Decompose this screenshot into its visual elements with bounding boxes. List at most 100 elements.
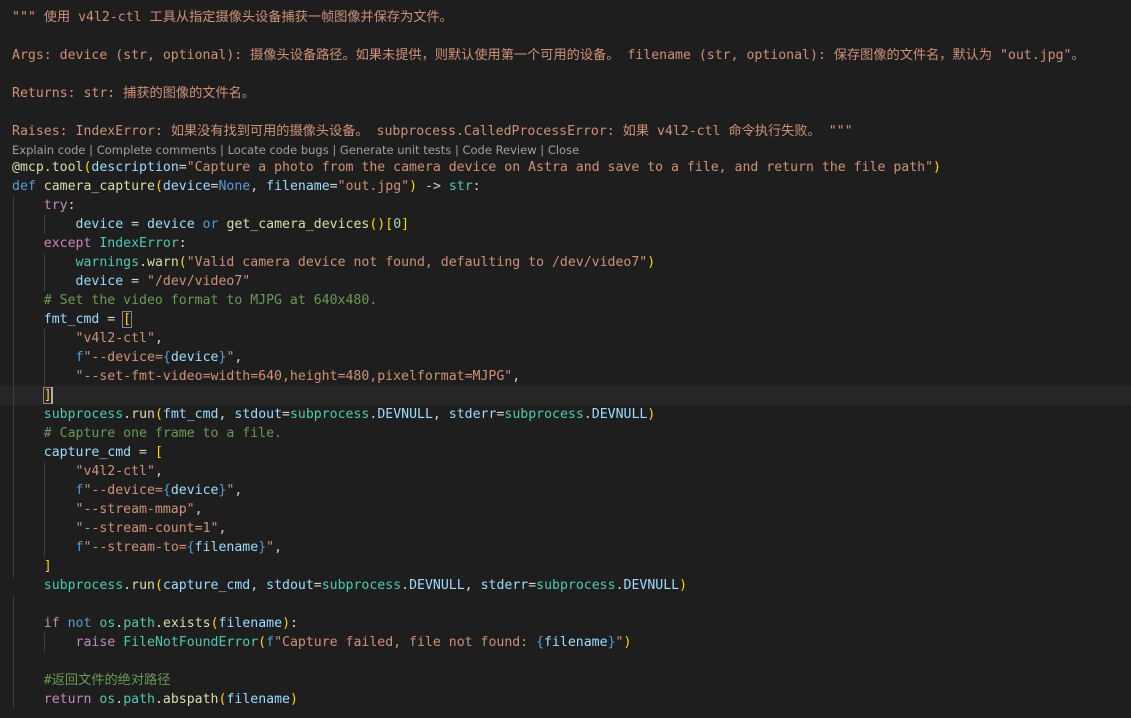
code-line: f"--device={device}", (75, 483, 243, 498)
code-line-try: try: (43, 198, 76, 213)
constant: DEVNULL (623, 578, 680, 593)
code-line: if not os.path.exists(filename): (43, 616, 298, 631)
paren: ) (679, 578, 688, 593)
comment-line: #返回文件的绝对路径 (12, 671, 171, 690)
var-filename: filename (218, 616, 283, 631)
codelens-explain-code[interactable]: Explain code (12, 143, 86, 157)
codelens-generate-unit-tests[interactable]: Generate unit tests (340, 143, 451, 157)
string-literal: "--stream-to= (83, 540, 187, 555)
string-literal: " (266, 540, 275, 555)
bracket: ] (401, 217, 410, 232)
code-line: warnings.warn("Valid camera device not f… (75, 255, 656, 270)
function-call: abspath (162, 692, 219, 707)
function-call: run (131, 407, 155, 422)
exception-class: IndexError (99, 236, 179, 251)
none-keyword: None (218, 179, 251, 194)
paren: ) (282, 616, 291, 631)
decorator-param: description (91, 160, 179, 175)
code-line: ] (12, 386, 53, 405)
paren: ( (154, 407, 163, 422)
code-line: "--set-fmt-video=width=640,height=480,pi… (75, 369, 521, 384)
code-line: "v4l2-ctl", (75, 331, 163, 346)
codelens-separator: | (536, 143, 548, 157)
comment: #返回文件的绝对路径 (43, 673, 171, 688)
except-keyword: except (43, 236, 92, 251)
string-literal: "Capture failed, file not found: (274, 635, 537, 650)
try-keyword: try (43, 198, 68, 213)
var-device: device (75, 274, 124, 289)
string-literal: "/dev/video7" (147, 274, 251, 289)
return-keyword: return (43, 692, 92, 707)
module-name: subprocess (504, 407, 584, 422)
code-line: raise FileNotFoundError(f"Capture failed… (12, 633, 632, 652)
fstring-brace: { (186, 540, 195, 555)
codelens-locate-code-bugs[interactable]: Locate code bugs (228, 143, 329, 157)
var-capture-cmd: capture_cmd (162, 578, 251, 593)
paren: ) (647, 255, 656, 270)
module-name: subprocess (289, 407, 370, 422)
module-name: subprocess (536, 578, 616, 593)
code-line: subprocess.run(capture_cmd, stdout=subpr… (43, 578, 688, 593)
function-name: camera_capture (43, 179, 155, 194)
bracket: [ (385, 217, 394, 232)
module-name: os (99, 692, 116, 707)
string-literal: "--set-fmt-video=width=640,height=480,pi… (75, 369, 513, 384)
text-cursor (51, 387, 53, 404)
function-call: warn (147, 255, 179, 270)
kwarg: stderr (480, 578, 529, 593)
var-capture-cmd: capture_cmd (43, 445, 132, 460)
comment-line: # Set the video format to MJPG at 640x48… (12, 291, 377, 310)
fstring-brace: } (607, 635, 616, 650)
paren: ) (289, 692, 298, 707)
code-line: "--stream-mmap", (75, 502, 203, 517)
codelens-bar: Explain code | Complete comments | Locat… (12, 142, 579, 159)
code-line: fmt_cmd = [ (43, 311, 133, 328)
function-call: exists (162, 616, 211, 631)
code-line-decorator: @mcp.tool(description="Capture a photo f… (12, 158, 941, 177)
current-line-highlight (0, 386, 1131, 405)
paren: ) (409, 179, 418, 194)
module-name: path (123, 616, 155, 631)
function-call: run (131, 578, 155, 593)
decorator-name: @mcp.tool (12, 160, 84, 175)
comment-line: # Capture one frame to a file. (12, 424, 282, 443)
def-keyword: def (12, 179, 36, 194)
constant: DEVNULL (591, 407, 648, 422)
paren: ) (647, 407, 656, 422)
module-name: subprocess (321, 578, 402, 593)
var-filename: filename (544, 635, 608, 650)
fstring-brace: { (536, 635, 545, 650)
codelens-complete-comments[interactable]: Complete comments (97, 143, 217, 157)
function-call: get_camera_devices (226, 217, 370, 232)
code-line: "v4l2-ctl", (75, 464, 163, 479)
paren: ( (154, 578, 163, 593)
bracket-match-open: [ (122, 311, 133, 328)
var-filename: filename (194, 540, 259, 555)
or-keyword: or (202, 217, 219, 232)
string-literal: "v4l2-ctl" (75, 464, 155, 479)
codelens-code-review[interactable]: Code Review (462, 143, 536, 157)
code-line: "--stream-count=1", (75, 521, 227, 536)
paren: ( (258, 635, 267, 650)
kwarg: stdout (234, 407, 283, 422)
code-editor[interactable]: """ 使用 v4l2-ctl 工具从指定摄像头设备捕获一帧图像并保存为文件。 … (0, 0, 1131, 718)
constant: DEVNULL (377, 407, 433, 422)
var-device: device (147, 217, 195, 232)
module-name: path (123, 692, 155, 707)
var-device: device (170, 350, 219, 365)
string-literal: " (226, 350, 235, 365)
arrow: -> (425, 179, 441, 194)
code-line: ] (12, 557, 52, 576)
var-filename: filename (226, 692, 290, 707)
paren: ( (178, 255, 187, 270)
not-keyword: not (67, 616, 92, 631)
code-line: device = "/dev/video7" (75, 274, 251, 289)
code-line-except: except IndexError: (43, 236, 187, 251)
codelens-separator: | (328, 143, 340, 157)
var-fmt-cmd: fmt_cmd (162, 407, 219, 422)
code-line: return os.path.abspath(filename) (43, 692, 298, 707)
paren: ( (154, 179, 163, 194)
code-line: f"--device={device}", (75, 350, 243, 365)
codelens-close[interactable]: Close (548, 143, 579, 157)
kwarg: stdout (266, 578, 314, 593)
